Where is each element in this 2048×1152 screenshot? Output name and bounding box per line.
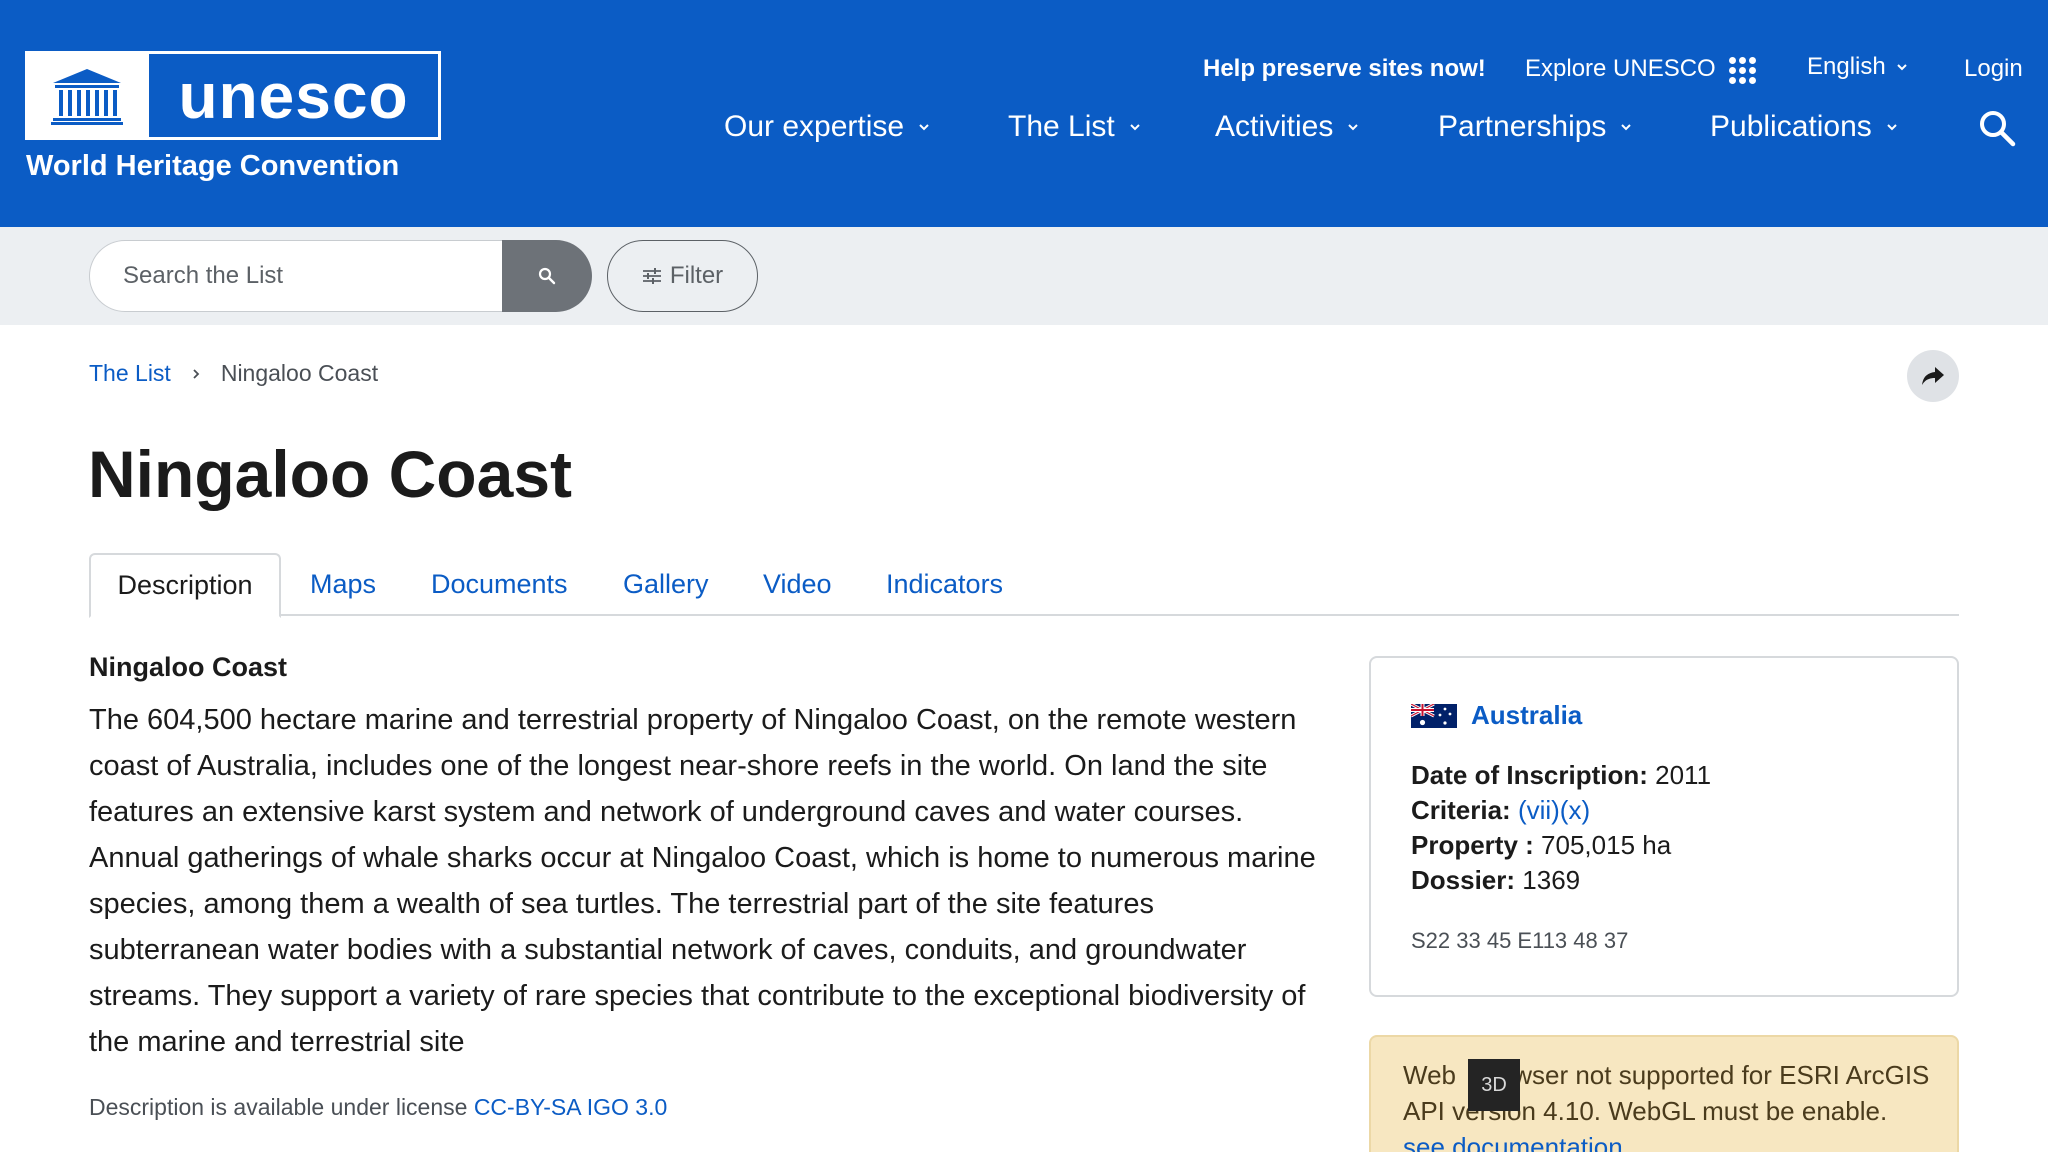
- filter-label: Filter: [669, 262, 724, 289]
- breadcrumb-current: Ningaloo Coast: [220, 360, 379, 386]
- license-note: Description is available under license C…: [89, 1094, 667, 1121]
- documentation-link[interactable]: see documentation: [1403, 1132, 1623, 1152]
- nav-label: The List: [1008, 110, 1115, 143]
- chevron-down-icon: [1897, 64, 1907, 71]
- australia-flag-icon: [1411, 703, 1457, 728]
- explore-unesco-link[interactable]: Explore UNESCO: [1525, 55, 1716, 83]
- property-label: Property :: [1411, 830, 1534, 860]
- nav-partnerships[interactable]: Partnerships: [1438, 110, 1632, 144]
- search-icon[interactable]: [1977, 108, 2017, 148]
- login-link[interactable]: Login: [1964, 55, 2023, 83]
- property-facts: Date of Inscription: 2011 Criteria: (vii…: [1411, 758, 1711, 898]
- inscription-label: Date of Inscription:: [1411, 760, 1648, 790]
- dossier-value: 1369: [1522, 865, 1581, 895]
- dossier-row: Dossier: 1369: [1411, 863, 1711, 898]
- language-label: English: [1807, 53, 1886, 80]
- property-row: Property : 705,015 ha: [1411, 828, 1711, 863]
- property-value: 705,015 ha: [1541, 830, 1672, 860]
- criteria-link[interactable]: (vii)(x): [1518, 795, 1590, 825]
- 3d-toggle-button[interactable]: 3D: [1468, 1059, 1520, 1111]
- breadcrumb-the-list[interactable]: The List: [89, 360, 171, 387]
- chevron-down-icon: [1348, 124, 1359, 131]
- nav-label: Publications: [1710, 110, 1872, 143]
- unesco-wordmark: unesco: [146, 54, 438, 137]
- tab-indicators[interactable]: Indicators: [886, 553, 1003, 616]
- filter-button[interactable]: Filter: [607, 240, 758, 312]
- description-heading: Ningaloo Coast: [89, 652, 288, 682]
- tab-documents[interactable]: Documents: [431, 553, 568, 616]
- share-arrow-icon: [1922, 367, 1944, 385]
- nav-label: Partnerships: [1438, 110, 1607, 143]
- filter-sliders-icon: [642, 268, 661, 284]
- dossier-label: Dossier:: [1411, 865, 1516, 895]
- share-button[interactable]: [1907, 350, 1959, 402]
- tab-video[interactable]: Video: [763, 553, 832, 616]
- search-submit-button[interactable]: [502, 240, 592, 312]
- unesco-temple-emblem-icon: [28, 54, 146, 137]
- license-prefix: Description is available under license: [89, 1094, 468, 1120]
- tab-maps[interactable]: Maps: [310, 553, 376, 616]
- description-text: The 604,500 hectare marine and terrestri…: [89, 704, 1316, 1058]
- license-link[interactable]: CC-BY-SA IGO 3.0: [474, 1094, 667, 1120]
- nav-our-expertise[interactable]: Our expertise: [724, 110, 930, 144]
- criteria-row: Criteria: (vii)(x): [1411, 793, 1711, 828]
- unesco-logo[interactable]: unesco: [25, 51, 441, 140]
- nav-activities[interactable]: Activities: [1215, 110, 1359, 144]
- country-row: Australia: [1411, 700, 1582, 731]
- tab-gallery[interactable]: Gallery: [623, 553, 709, 616]
- help-preserve-link[interactable]: Help preserve sites now!: [1203, 55, 1486, 83]
- chevron-down-icon: [919, 124, 929, 131]
- chevron-down-icon: [1621, 124, 1632, 131]
- breadcrumb: The List Ningaloo Coast: [89, 360, 378, 387]
- nav-publications[interactable]: Publications: [1710, 110, 1898, 144]
- criteria-label: Criteria:: [1411, 795, 1511, 825]
- site-header: unesco World Heritage Convention Help pr…: [0, 0, 2048, 227]
- coordinates: S22 33 45 E113 48 37: [1411, 928, 1629, 953]
- country-link[interactable]: Australia: [1471, 700, 1582, 731]
- chevron-right-icon: [193, 368, 200, 379]
- inscription-value: 2011: [1655, 760, 1712, 790]
- tab-bar: Description Maps Documents Gallery Video…: [89, 553, 1959, 618]
- nav-label: Our expertise: [724, 110, 905, 143]
- map-warning: Web wser not supported for ESRI ArcGIS A…: [1369, 1035, 1959, 1152]
- page-title: Ningaloo Coast: [88, 437, 573, 511]
- inscription-row: Date of Inscription: 2011: [1411, 758, 1711, 793]
- chevron-down-icon: [1887, 124, 1897, 131]
- search-input[interactable]: [89, 240, 503, 312]
- site-subtitle: World Heritage Convention: [26, 150, 400, 182]
- tab-description[interactable]: Description: [89, 553, 281, 618]
- apps-grid-icon[interactable]: [1729, 57, 1757, 85]
- nav-the-list[interactable]: The List: [1008, 110, 1141, 144]
- property-info-card: Australia Date of Inscription: 2011 Crit…: [1369, 656, 1959, 997]
- language-selector[interactable]: English: [1807, 53, 1908, 81]
- search-icon: [538, 267, 556, 285]
- nav-label: Activities: [1215, 110, 1334, 143]
- chevron-down-icon: [1130, 124, 1140, 131]
- warning-text-start: Web: [1403, 1060, 1464, 1090]
